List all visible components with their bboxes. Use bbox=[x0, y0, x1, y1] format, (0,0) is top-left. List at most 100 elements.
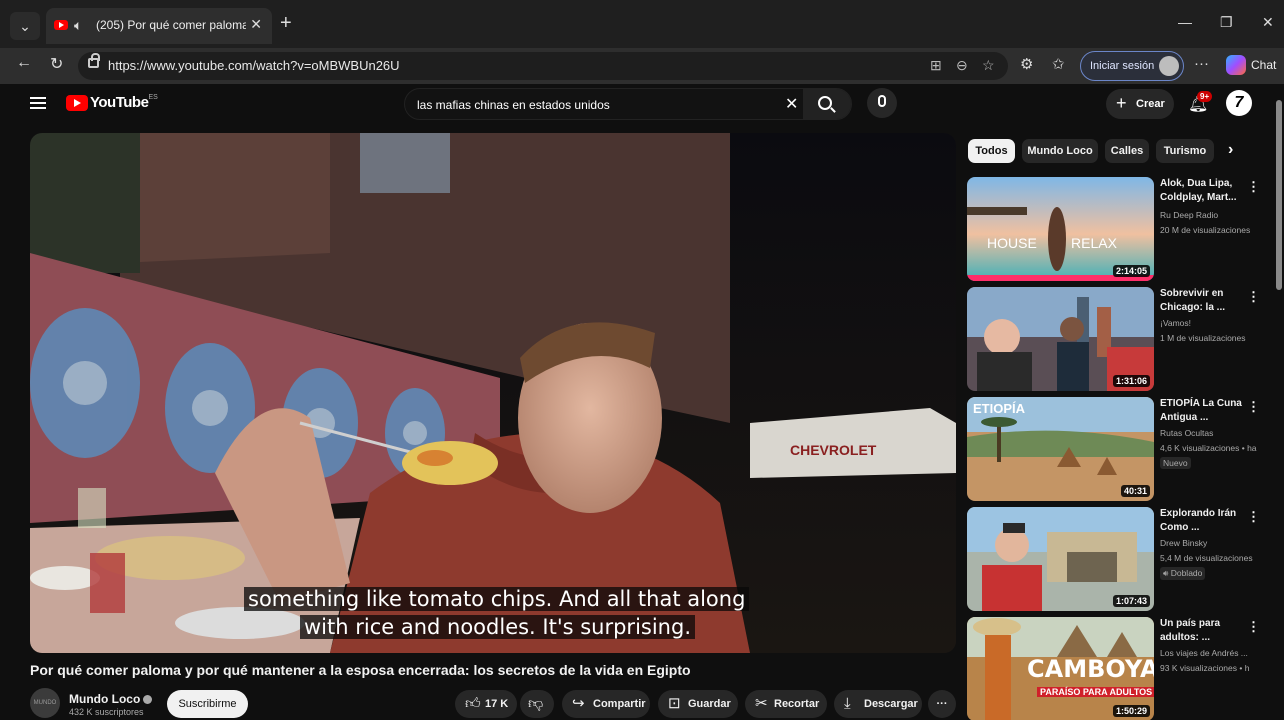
favorites-icon[interactable]: ✩ bbox=[1052, 55, 1065, 73]
recommendation-channel[interactable]: Los viajes de Andrés ... bbox=[1160, 648, 1248, 658]
recommendation-views: 20 M de visualizaciones bbox=[1160, 225, 1251, 235]
save-label: Guardar bbox=[688, 698, 731, 710]
recommendation-title[interactable]: Sobrevivir en Chicago: la ... bbox=[1160, 287, 1248, 315]
video-thumbnail[interactable]: 1:31:06 bbox=[967, 287, 1154, 391]
extensions-icon[interactable]: ⚙ bbox=[1020, 55, 1033, 73]
minimize-button[interactable]: — bbox=[1178, 14, 1192, 30]
lock-icon bbox=[88, 53, 100, 68]
account-avatar[interactable]: 7 bbox=[1226, 90, 1252, 116]
recommendation-channel[interactable]: Drew Binsky bbox=[1160, 538, 1207, 548]
thumbs-down-icon: 👎︎ bbox=[528, 695, 544, 712]
chip-todos[interactable]: Todos bbox=[968, 139, 1015, 163]
voice-search-button[interactable] bbox=[867, 88, 897, 118]
new-tab-button[interactable]: + bbox=[280, 12, 292, 35]
recommendation-title[interactable]: Un país para adultos: ... bbox=[1160, 617, 1248, 645]
recommendation-views: 93 K visualizaciones • h bbox=[1160, 663, 1250, 673]
reload-button[interactable]: ↻ bbox=[50, 54, 63, 74]
chip-turismo[interactable]: Turismo bbox=[1156, 139, 1214, 163]
channel-avatar[interactable]: MUNDO LOCO bbox=[30, 688, 60, 718]
video-thumbnail[interactable]: CAMBOYA PARAÍSO PARA ADULTOS 1:50:29 bbox=[967, 617, 1154, 720]
signin-button[interactable]: Iniciar sesión bbox=[1080, 51, 1184, 81]
share-button[interactable]: ↪ Compartir bbox=[562, 690, 650, 718]
channel-name-row[interactable]: Mundo Loco bbox=[69, 692, 153, 706]
more-options-icon[interactable]: ⋮ bbox=[1247, 179, 1260, 195]
video-player[interactable]: CHEVROLET something like tomato chips. A… bbox=[30, 133, 956, 653]
chevron-right-icon[interactable]: › bbox=[1228, 141, 1233, 159]
subscribe-button[interactable]: Suscribirme bbox=[167, 690, 248, 718]
recommendation-channel[interactable]: ¡Vamos! bbox=[1160, 318, 1191, 328]
copilot-icon bbox=[1226, 55, 1246, 75]
dubbed-badge: 🔊︎ Doblado bbox=[1160, 567, 1206, 580]
more-options-icon[interactable]: ⋮ bbox=[1247, 509, 1260, 525]
recommendation-item[interactable]: 1:07:43 Explorando Irán Como ... Drew Bi… bbox=[967, 507, 1267, 611]
url-text[interactable]: https://www.youtube.com/watch?v=oMBWBUn2… bbox=[108, 58, 400, 73]
recommendation-item[interactable]: CAMBOYA PARAÍSO PARA ADULTOS 1:50:29 Un … bbox=[967, 617, 1267, 720]
address-bar[interactable]: https://www.youtube.com/watch?v=oMBWBUn2… bbox=[78, 52, 1008, 80]
recommendation-views: 1 M de visualizaciones bbox=[1160, 333, 1246, 343]
subtitle-line-1: something like tomato chips. And all tha… bbox=[244, 587, 750, 611]
duration-badge: 1:50:29 bbox=[1112, 705, 1150, 717]
close-tab-icon[interactable]: ✕ bbox=[250, 16, 262, 33]
like-button[interactable]: 👍︎ 17 K bbox=[455, 690, 517, 718]
profile-avatar-icon bbox=[1159, 56, 1179, 76]
search-button[interactable] bbox=[803, 89, 851, 119]
share-label: Compartir bbox=[593, 698, 646, 710]
chip-mundo-loco[interactable]: Mundo Loco bbox=[1022, 139, 1098, 163]
search-box[interactable]: las mafias chinas en estados unidos ✕ bbox=[404, 88, 852, 120]
channel-name[interactable]: Mundo Loco bbox=[69, 692, 140, 706]
dubbed-label: Doblado bbox=[1170, 568, 1203, 578]
more-options-icon[interactable]: ⋮ bbox=[1247, 619, 1260, 635]
search-icon bbox=[818, 96, 832, 110]
clip-label: Recortar bbox=[774, 698, 820, 710]
like-count: 17 K bbox=[485, 698, 509, 710]
plus-icon: + bbox=[1116, 93, 1127, 113]
recommendation-title[interactable]: Alok, Dua Lipa, Coldplay, Mart... bbox=[1160, 177, 1248, 205]
recommendation-channel[interactable]: Rutas Ocultas bbox=[1160, 428, 1213, 438]
scissors-icon: ✂ bbox=[755, 695, 768, 712]
create-label: Crear bbox=[1136, 98, 1165, 110]
dislike-button[interactable]: 👎︎ bbox=[520, 690, 554, 718]
speaker-icon[interactable]: 🔈︎ bbox=[74, 17, 82, 34]
browser-tab-active[interactable]: 🔈︎ (205) Por qué comer paloma y ✕ bbox=[46, 8, 272, 44]
download-button[interactable]: ⤓ Descargar bbox=[834, 690, 922, 718]
youtube-logo[interactable]: YouTubeES bbox=[66, 94, 158, 112]
video-thumbnail[interactable]: ETIOPÍA 40:31 bbox=[967, 397, 1154, 501]
save-button[interactable]: ⊡ Guardar bbox=[658, 690, 738, 718]
more-menu-icon[interactable]: ··· bbox=[1194, 55, 1209, 72]
recommendation-item[interactable]: ETIOPÍA 40:31 ETIOPÍA La Cuna Antigua ..… bbox=[967, 397, 1267, 501]
recommendation-item[interactable]: HOUSE RELAX 2:14:05 Alok, Dua Lipa, Cold… bbox=[967, 177, 1267, 281]
thumbnail-caption: CAMBOYA bbox=[1027, 655, 1154, 683]
logo-region: ES bbox=[148, 94, 158, 101]
duration-badge: 1:31:06 bbox=[1112, 375, 1150, 387]
more-options-icon[interactable]: ⋮ bbox=[1247, 399, 1260, 415]
menu-icon[interactable] bbox=[30, 97, 46, 109]
favorite-star-icon[interactable]: ☆ bbox=[982, 57, 995, 74]
tab-actions-button[interactable]: ⌄ bbox=[10, 12, 40, 40]
more-actions-button[interactable]: ··· bbox=[928, 690, 956, 718]
page-scrollbar[interactable] bbox=[1276, 100, 1282, 290]
chip-calles[interactable]: Calles bbox=[1105, 139, 1149, 163]
copilot-chat-button[interactable]: Chat bbox=[1226, 55, 1276, 75]
youtube-favicon-icon bbox=[54, 20, 68, 30]
clear-search-icon[interactable]: ✕ bbox=[785, 94, 798, 114]
create-button[interactable]: + Crear bbox=[1106, 89, 1174, 119]
zoom-icon[interactable]: ⊖ bbox=[956, 57, 968, 74]
recommendation-channel[interactable]: Ru Deep Radio bbox=[1160, 210, 1218, 220]
search-input[interactable]: las mafias chinas en estados unidos bbox=[417, 98, 610, 112]
thumbnail-caption: ETIOPÍA bbox=[973, 401, 1026, 416]
clip-button[interactable]: ✂ Recortar bbox=[745, 690, 827, 718]
video-thumbnail[interactable]: HOUSE RELAX 2:14:05 bbox=[967, 177, 1154, 281]
recommendation-item[interactable]: 1:31:06 Sobrevivir en Chicago: la ... ¡V… bbox=[967, 287, 1267, 391]
more-options-icon[interactable]: ⋮ bbox=[1247, 289, 1260, 305]
recommendation-title[interactable]: ETIOPÍA La Cuna Antigua ... bbox=[1160, 397, 1248, 425]
maximize-button[interactable]: ❐ bbox=[1220, 14, 1233, 31]
recommendation-title[interactable]: Explorando Irán Como ... bbox=[1160, 507, 1248, 535]
video-thumbnail[interactable]: 1:07:43 bbox=[967, 507, 1154, 611]
back-button[interactable]: ← bbox=[16, 54, 32, 72]
new-badge: Nuevo bbox=[1160, 457, 1191, 469]
close-window-button[interactable]: ✕ bbox=[1262, 14, 1274, 31]
duration-badge: 40:31 bbox=[1120, 485, 1150, 497]
browser-tab-bar: ⌄ 🔈︎ (205) Por qué comer paloma y ✕ + — … bbox=[0, 0, 1284, 48]
download-label: Descargar bbox=[864, 698, 918, 710]
app-available-icon[interactable]: ⊞ bbox=[930, 57, 942, 74]
